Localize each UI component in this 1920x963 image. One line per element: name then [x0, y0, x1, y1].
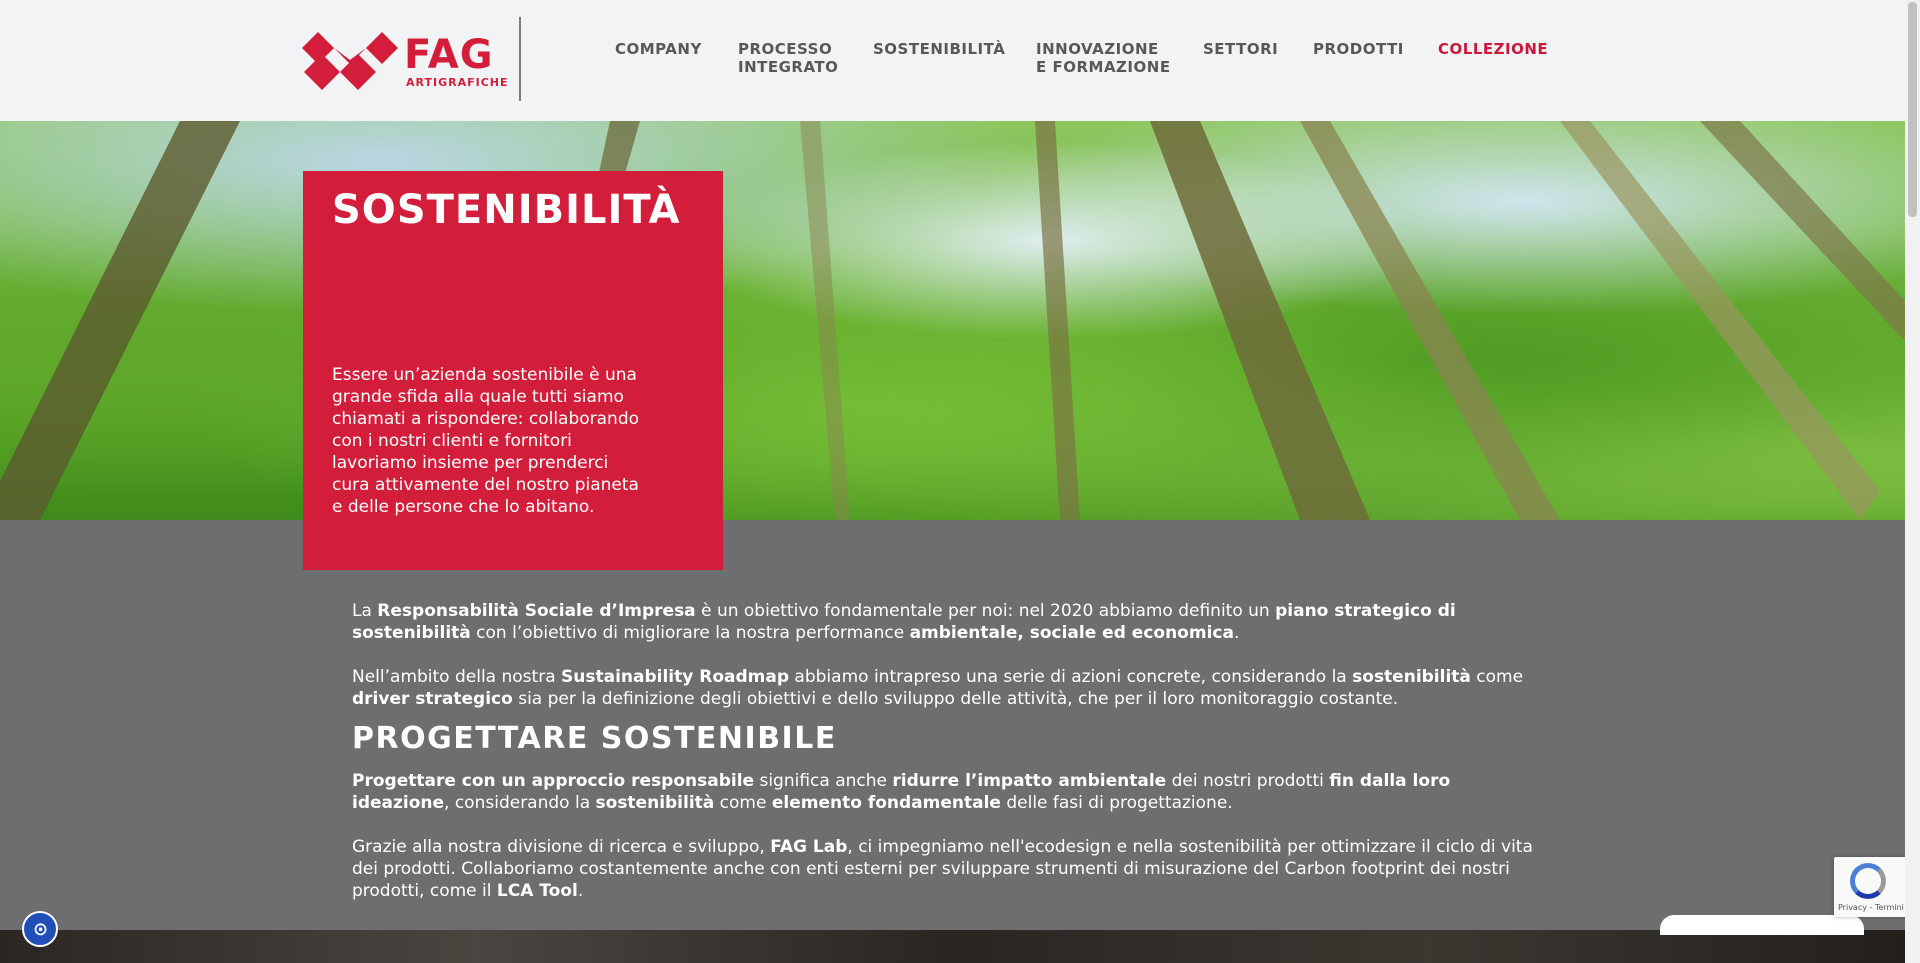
- nav-label-line2: E FORMAZIONE: [1036, 58, 1171, 76]
- text-run: .: [577, 881, 584, 901]
- logo-subtitle: ARTIGRAFICHE: [406, 76, 509, 89]
- text-run: sia per la definizione degli obiettivi e…: [512, 689, 1399, 709]
- text-run: come: [1470, 667, 1524, 687]
- text-run: con l’obiettivo di migliorare la nostra …: [470, 623, 910, 643]
- text-run: delle fasi di progettazione.: [1000, 793, 1233, 813]
- section-heading: PROGETTARE SOSTENIBILE: [352, 721, 837, 756]
- text-run: abbiamo intrapreso una serie di azioni c…: [789, 667, 1353, 687]
- nav-innovazione-formazione[interactable]: INNOVAZIONE E FORMAZIONE: [1036, 40, 1171, 76]
- nav-label: SETTORI: [1203, 40, 1279, 58]
- page-title: SOSTENIBILITÀ: [332, 187, 681, 233]
- bold-run: LCA Tool: [496, 881, 578, 901]
- site-header: FAG ARTIGRAFICHE COMPANY PROCESSO INTEGR…: [0, 0, 1905, 121]
- paragraph-csr: La Responsabilità Sociale d’Impresa è un…: [352, 600, 1552, 644]
- tree-trunks-illustration: [0, 121, 1905, 520]
- bold-run: ridurre l’impatto ambientale: [892, 771, 1167, 791]
- header-divider: [519, 17, 521, 101]
- bold-run: Progettare con un approccio responsabile: [352, 771, 755, 791]
- paragraph-roadmap: Nell’ambito della nostra Sustainability …: [352, 666, 1552, 710]
- text-run: come: [714, 793, 772, 813]
- text-run: , considerando la: [444, 793, 596, 813]
- nav-label: INNOVAZIONE: [1036, 40, 1159, 58]
- nav-label: PRODOTTI: [1313, 40, 1404, 58]
- logo-wordmark: FAG: [404, 32, 494, 78]
- logo-mark-icon: [302, 32, 398, 90]
- paragraph-design: Progettare con un approccio responsabile…: [352, 770, 1552, 814]
- fag-logo[interactable]: FAG ARTIGRAFICHE: [300, 28, 508, 96]
- accessibility-icon: ⊙: [33, 919, 49, 940]
- text-run: .: [1233, 623, 1240, 643]
- nav-label: COMPANY: [615, 40, 702, 58]
- bold-run: sostenibilità: [595, 793, 715, 813]
- nav-company[interactable]: COMPANY: [615, 40, 702, 58]
- nav-processo-integrato[interactable]: PROCESSO INTEGRATO: [738, 40, 838, 76]
- next-section-image: [0, 930, 1905, 963]
- text-run: significa anche: [754, 771, 893, 791]
- nav-label-line2: INTEGRATO: [738, 58, 839, 76]
- nav-sostenibilita[interactable]: SOSTENIBILITÀ: [873, 40, 1005, 58]
- chat-widget-tab[interactable]: [1660, 915, 1864, 935]
- text-run: dei nostri prodotti: [1166, 771, 1330, 791]
- text-run: è un obiettivo fondamentale per noi: nel…: [695, 601, 1276, 621]
- nav-label: COLLEZIONE: [1438, 40, 1549, 58]
- text-run: Grazie alla nostra divisione di ricerca …: [352, 837, 771, 857]
- recaptcha-badge[interactable]: Privacy - Termini: [1834, 857, 1905, 917]
- bold-run: sostenibilità: [1352, 667, 1471, 687]
- hero-intro-card: SOSTENIBILITÀ Essere un’azienda sostenib…: [303, 171, 723, 570]
- recaptcha-icon: [1850, 863, 1886, 899]
- paragraph-fag-lab: Grazie alla nostra divisione di ricerca …: [352, 836, 1552, 902]
- nav-collezione[interactable]: COLLEZIONE: [1438, 40, 1548, 58]
- hero-intro-text: Essere un’azienda sostenibile è una gran…: [332, 365, 640, 517]
- nav-label: SOSTENIBILITÀ: [873, 40, 1006, 58]
- page-scrollbar[interactable]: [1905, 0, 1920, 963]
- bold-run: elemento fondamentale: [771, 793, 1001, 813]
- text-run: La: [352, 601, 378, 621]
- nav-settori[interactable]: SETTORI: [1203, 40, 1278, 58]
- bold-run: Sustainability Roadmap: [561, 667, 790, 687]
- text-run: Nell’ambito della nostra: [352, 667, 562, 687]
- nav-prodotti[interactable]: PRODOTTI: [1313, 40, 1404, 58]
- accessibility-button[interactable]: ⊙: [22, 911, 58, 947]
- scrollbar-thumb[interactable]: [1908, 2, 1917, 217]
- hero-forest-image: [0, 121, 1905, 520]
- bold-run: Responsabilità Sociale d’Impresa: [377, 601, 696, 621]
- recaptcha-links[interactable]: Privacy - Termini: [1838, 903, 1904, 912]
- nav-label: PROCESSO: [738, 40, 833, 58]
- bold-run: driver strategico: [352, 689, 513, 709]
- bold-run: ambientale, sociale ed economica: [909, 623, 1234, 643]
- bold-run: FAG Lab: [770, 837, 848, 857]
